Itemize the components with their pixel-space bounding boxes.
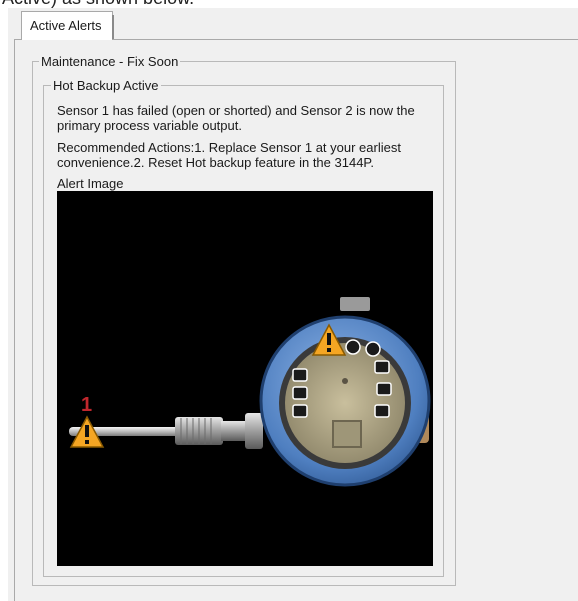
top-screw: [340, 297, 370, 311]
tab-label: Active Alerts: [30, 18, 102, 33]
callout-number: 1: [81, 394, 92, 416]
alert-image: 1: [57, 191, 433, 566]
alert-title: Hot Backup Active: [51, 78, 161, 93]
tab-separator: [112, 15, 114, 39]
alert-description: Sensor 1 has failed (open or shorted) an…: [57, 103, 415, 133]
tab-active-alerts[interactable]: Active Alerts: [21, 11, 113, 40]
alert-image-label: Alert Image: [57, 176, 124, 191]
transmitter-illustration: 1: [69, 297, 431, 487]
recommended-actions: Recommended Actions:1. Replace Sensor 1 …: [57, 140, 401, 170]
maintenance-group-title: Maintenance - Fix Soon: [39, 54, 181, 69]
